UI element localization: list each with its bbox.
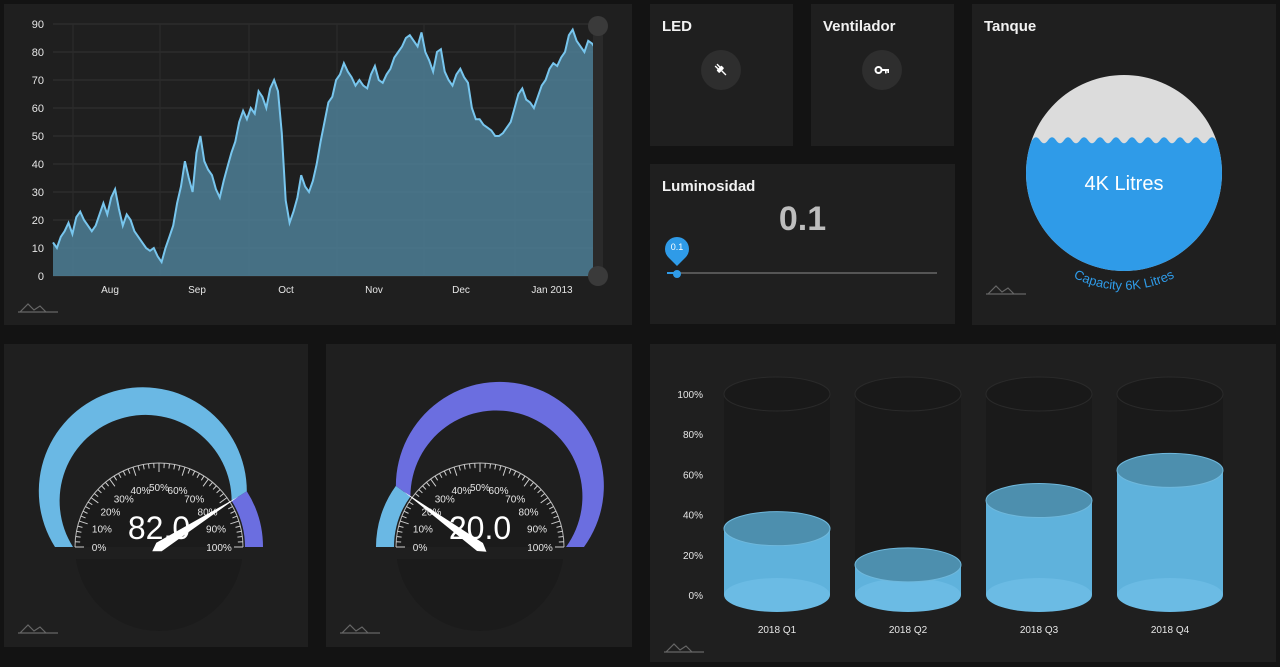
gauge1: 0%10%20%30%40%50%60%70%80%90%100%82.0	[38, 387, 263, 631]
x-tick-label: Oct	[278, 285, 294, 296]
fan-title: Ventilador	[823, 18, 896, 35]
gauge-tick-label: 40%	[451, 486, 471, 497]
tank-gauge: 4K Litres Capacity 6K Litres	[1026, 75, 1222, 293]
y-tick-label: 0	[38, 271, 44, 283]
y-tick-label: 80%	[683, 430, 703, 441]
y-tick-label: 0%	[689, 591, 704, 602]
y-tick-label: 60	[32, 103, 44, 115]
x-tick-label: 2018 Q1	[758, 625, 797, 636]
gauge-tick-label: 10%	[413, 524, 433, 535]
y-tick-label: 40%	[683, 511, 703, 522]
y-tick-label: 20%	[683, 551, 703, 562]
cylinder-logo-icon	[664, 643, 704, 653]
gauge-tick	[489, 463, 492, 469]
luminosity-slider-label: 0.1	[670, 242, 684, 252]
y-tick-label: 30	[32, 187, 44, 199]
fan-toggle-button[interactable]	[862, 50, 902, 90]
cylinder-fill-top	[723, 511, 831, 547]
gauge-tick-label: 20%	[100, 508, 120, 519]
cylinder-base	[724, 578, 830, 612]
x-tick-label: Dec	[452, 285, 470, 296]
zoom-handle-top[interactable]	[588, 16, 608, 36]
cylinder-top	[1116, 376, 1224, 412]
cylinder-top	[854, 376, 962, 412]
cylinder-fill-top	[1116, 452, 1224, 488]
cylinder-fill-top	[985, 483, 1093, 519]
cylinder-base	[855, 578, 961, 612]
luminosity-value: 0.1	[778, 200, 827, 238]
led-card: LED	[650, 4, 793, 146]
gauge1-card: 0% 10% 20% 30% 40% 50% 60% 70% 80% 90% 100% 82.0	[4, 344, 308, 647]
gauge-tick-label: 100%	[527, 543, 553, 554]
gauge2-logo-icon	[340, 624, 380, 634]
gauge-tick-label: 80%	[519, 508, 539, 519]
gauge-tick-label: 70%	[184, 494, 204, 505]
gauge-tick-label: 10%	[92, 524, 112, 535]
x-tick-label: Jan 2013	[531, 285, 573, 296]
tank-card: Tanque 4K Litres Capacity 6K Litres	[972, 4, 1276, 325]
y-tick-label: 20	[32, 215, 44, 227]
gauge-tick-label: 0%	[92, 543, 107, 554]
gauge-tick	[468, 463, 471, 469]
cylinder-base	[986, 578, 1092, 612]
x-tick-label: 2018 Q4	[1151, 625, 1190, 636]
luminosity-slider-thumb[interactable]	[673, 270, 681, 278]
plug-icon	[714, 63, 727, 76]
led-toggle-button[interactable]	[701, 50, 741, 90]
y-tick-label: 60%	[683, 470, 703, 481]
gauge-tick	[168, 463, 171, 469]
luminosity-title: Luminosidad	[662, 178, 756, 195]
gauge-tick-label: 50%	[470, 483, 490, 494]
gauge-tick-label: 90%	[527, 524, 547, 535]
gauge-tick	[147, 463, 150, 469]
cylinder-fill-top	[854, 547, 962, 583]
x-tick-label: Aug	[101, 285, 119, 296]
gauge-tick	[237, 535, 243, 538]
cylinder-top	[723, 376, 831, 412]
y-tick-label: 80	[32, 47, 44, 59]
gauge-tick-label: 40%	[130, 486, 150, 497]
tank-logo-icon	[986, 285, 1026, 295]
gauge-tick-label: 70%	[505, 494, 525, 505]
chart-logo-icon	[18, 303, 58, 313]
area-chart: 90 80 70 60 50 40 30 20 10 0 Aug Sep Oct Nov Dec Jan 2…	[32, 19, 597, 296]
cylinder-top	[985, 376, 1093, 412]
tank-label: 4K Litres	[1085, 173, 1164, 195]
gauge-tick-label: 0%	[413, 543, 428, 554]
area-chart-card: 90 80 70 60 50 40 30 20 10 0 Aug Sep Oct Nov Dec Jan 2…	[4, 4, 632, 325]
cylinder-base	[1117, 578, 1223, 612]
x-tick-label: Sep	[188, 285, 206, 296]
fan-card: Ventilador	[811, 4, 954, 146]
gauge-tick-label: 50%	[149, 483, 169, 494]
y-tick-label: 10	[32, 243, 44, 255]
y-tick-label: 40	[32, 159, 44, 171]
gauge-tick	[396, 535, 402, 538]
x-tick-label: Nov	[365, 285, 383, 296]
cylinder-chart-card: 100% 80% 60% 40% 20% 0% 2018 Q1 2018 Q2 2018 Q3 2…	[650, 344, 1276, 662]
y-tick-label: 70	[32, 75, 44, 87]
gauge-tick	[75, 535, 81, 538]
x-tick-label: 2018 Q2	[889, 625, 928, 636]
gauge-tick-label: 90%	[206, 524, 226, 535]
luminosity-slider-track[interactable]	[667, 272, 937, 274]
led-title: LED	[662, 18, 692, 35]
key-icon	[874, 66, 889, 74]
chart-zoom-scrollbar[interactable]	[593, 18, 603, 276]
gauge-tick	[558, 535, 564, 538]
tank-water-level	[1026, 137, 1222, 271]
cylinder-chart: 100% 80% 60% 40% 20% 0% 2018 Q1 2018 Q2 2018 Q3 2…	[677, 376, 1224, 636]
cylinder-fill-body	[1117, 470, 1223, 595]
zoom-handle-bottom[interactable]	[588, 266, 608, 286]
gauge1-logo-icon	[18, 624, 58, 634]
luminosity-card: Luminosidad 0.1 0.1	[650, 164, 955, 324]
y-tick-label: 100%	[677, 390, 703, 401]
gauge2: 0%10%20%30%40%50%60%70%80%90%100%20.0	[376, 381, 604, 631]
y-tick-label: 50	[32, 131, 44, 143]
x-tick-label: 2018 Q3	[1020, 625, 1059, 636]
y-tick-label: 90	[32, 19, 44, 31]
gauge-value: 82.0	[128, 510, 190, 546]
gauge2-card: 0%10%20%30%40%50%60%70%80%90%100%20.0	[326, 344, 632, 647]
gauge-tick-label: 100%	[206, 543, 232, 554]
